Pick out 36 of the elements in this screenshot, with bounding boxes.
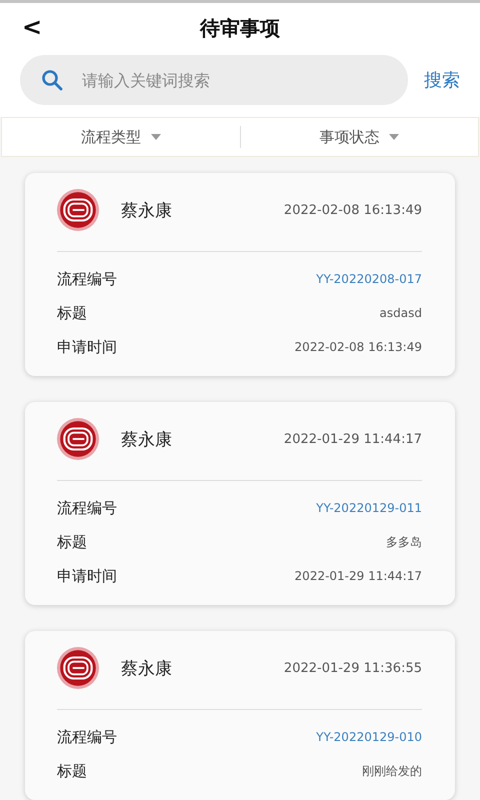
avatar-icon [57,647,99,689]
submit-time: 2022-01-29 11:36:55 [284,660,422,676]
field-label: 标题 [57,762,87,780]
field-label: 流程编号 [57,498,117,518]
caret-icon [150,134,161,140]
field-value: asdasd [380,306,422,320]
field-value: 2022-02-08 16:13:49 [294,340,422,354]
search-field[interactable]: 请输入关键词搜索 [20,55,408,106]
approval-card[interactable]: 蔡永康 2022-01-29 11:44:17 流程编号 YY-20220129-011 标题 多多岛 申请时间 2022-01-29 11:44:17 [25,402,455,605]
applicant-name: 蔡永康 [121,658,173,680]
field-value: 多多岛 [386,534,422,550]
field-label: 申请时间 [57,566,117,586]
avatar-icon [57,418,99,460]
submit-time: 2022-02-08 16:13:49 [284,202,422,218]
filter-dropdown[interactable]: 流程类型 [2,126,240,148]
filter-dropdown[interactable]: 事项状态 [240,126,478,148]
field-label: 申请时间 [57,338,117,356]
submit-time: 2022-01-29 11:44:17 [284,432,422,446]
page-title: 待审事项 [200,14,280,42]
search-button[interactable]: 搜索 [424,68,460,92]
back-button[interactable]: < [18,12,46,41]
applicant-name: 蔡永康 [121,200,173,222]
field-label: 流程编号 [57,270,117,288]
process-number: YY-20220208-017 [316,272,422,286]
avatar-icon [57,189,99,231]
process-number: YY-20220129-010 [316,730,422,744]
field-label: 流程编号 [57,728,117,746]
field-value: 2022-01-29 11:44:17 [294,569,422,583]
caret-icon [389,134,400,140]
process-number: YY-20220129-011 [316,501,422,515]
applicant-name: 蔡永康 [121,428,173,450]
field-label: 标题 [57,532,87,552]
field-label: 标题 [57,304,87,322]
field-value: 刚刚给发的 [362,762,422,780]
approval-card[interactable]: 蔡永康 2022-02-08 16:13:49 流程编号 YY-20220208-017 标题 asdasd 申请时间 2022-02-08 16:13:49 [25,173,455,376]
approval-card[interactable]: 蔡永康 2022-01-29 11:36:55 流程编号 YY-20220129-010 标题 刚刚给发的 [25,631,455,800]
